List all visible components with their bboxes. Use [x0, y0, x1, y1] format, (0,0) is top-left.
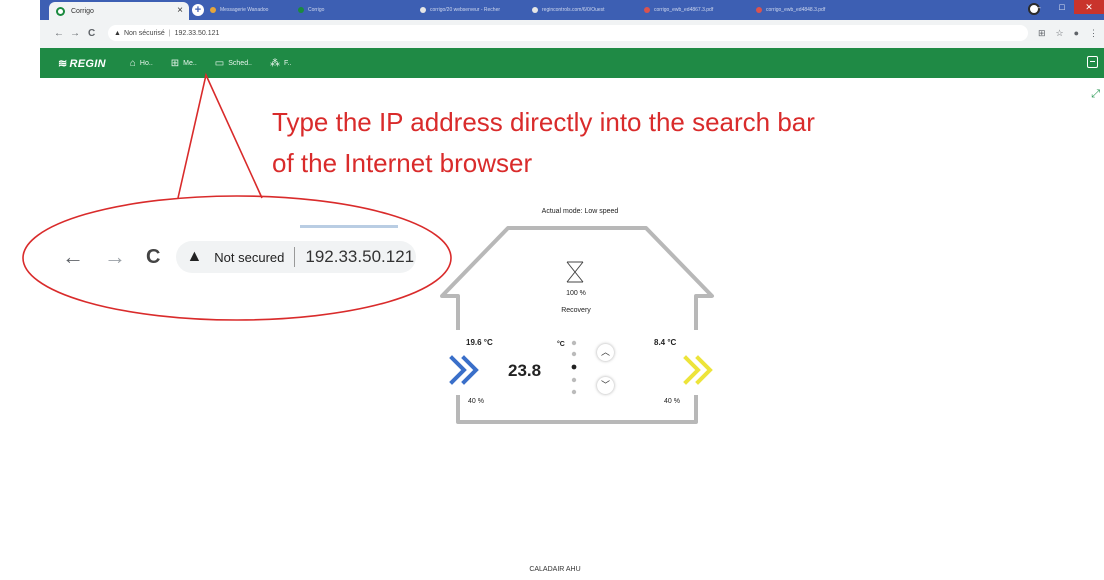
heat-recovery-icon: [566, 261, 584, 283]
left-fan-percent: 40 %: [468, 398, 484, 405]
recovery-percent: 100 %: [566, 290, 586, 297]
house-base-outline: [456, 395, 698, 424]
supply-air-arrow-icon: [449, 355, 479, 385]
exhaust-air-arrow-icon: [683, 355, 713, 385]
chevron-down-icon: ﹀: [600, 380, 610, 390]
setpoint-level-dots: [571, 340, 577, 395]
unit-title: CALADAIR AHU: [529, 566, 581, 573]
chevron-up-icon: ︿: [600, 347, 610, 357]
house-widget: [440, 226, 714, 424]
recovery-label: Recovery: [561, 307, 591, 314]
supply-temperature: 19.6 °C: [466, 338, 493, 347]
house-roof-outline: [440, 226, 714, 330]
setpoint-unit: °C: [557, 341, 565, 348]
setpoint-down-button[interactable]: ﹀: [597, 377, 614, 394]
right-fan-percent: 40 %: [664, 398, 680, 405]
outdoor-temperature: 8.4 °C: [654, 338, 677, 347]
setpoint-up-button[interactable]: ︿: [597, 344, 614, 361]
setpoint-value: 23.8: [508, 361, 542, 380]
